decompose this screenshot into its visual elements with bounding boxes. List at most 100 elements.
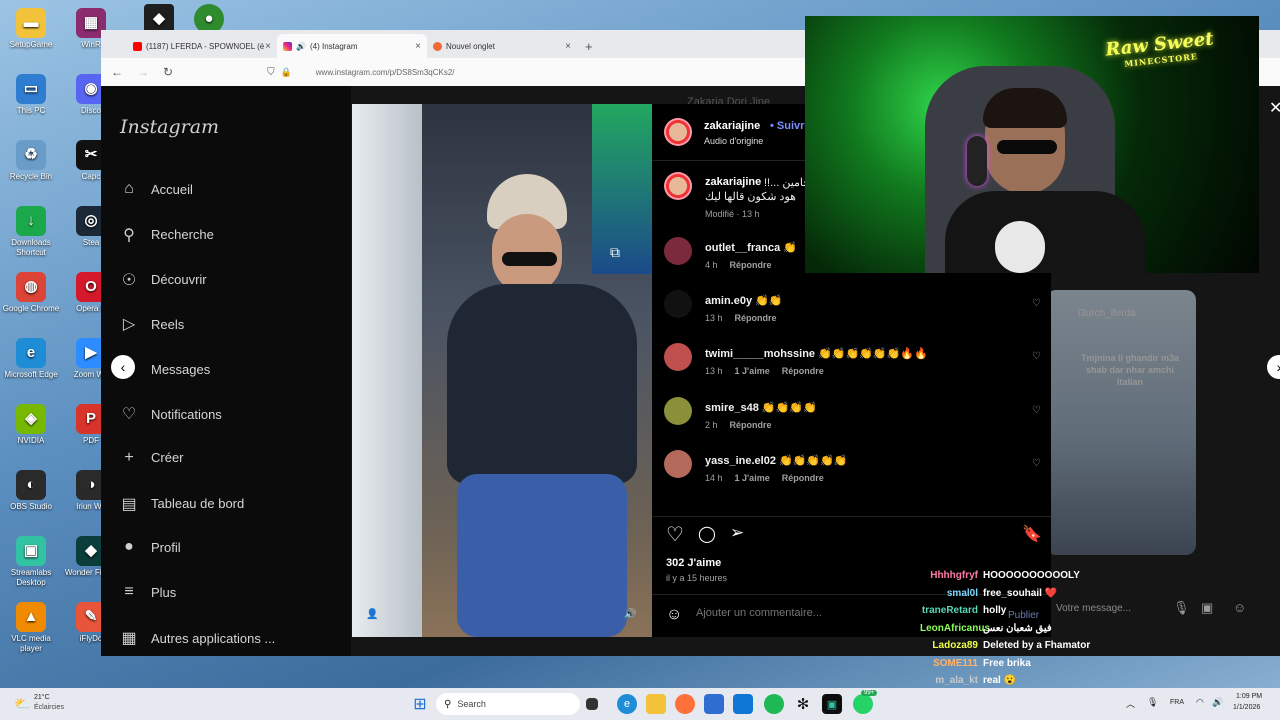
nav-item-d-couvrir[interactable]: ☉ Découvrir xyxy=(119,270,207,290)
nav-item-notifications[interactable]: ♡ Notifications xyxy=(119,404,222,424)
instagram-logo[interactable]: Instagram xyxy=(120,116,219,138)
clock-date[interactable]: 1/1/2026 xyxy=(1233,704,1260,711)
desktop-shortcut[interactable]: ▲ VLC media player xyxy=(0,602,62,654)
nav-item-tableau-de-bord[interactable]: ▤ Tableau de bord xyxy=(119,494,244,514)
comment-like-icon[interactable]: ♡ xyxy=(1032,458,1041,469)
comment-avatar[interactable] xyxy=(664,237,692,265)
close-tab-icon[interactable]: × xyxy=(265,41,271,52)
desktop-shortcut[interactable]: ♻ Recycle Bin xyxy=(0,140,62,182)
desktop-shortcut[interactable]: e Microsoft Edge xyxy=(0,338,62,380)
comment-user[interactable]: yass_ine.el02 xyxy=(705,455,776,467)
start-icon[interactable]: ⊞ xyxy=(410,694,430,714)
streamlabs-icon[interactable]: ▣ xyxy=(822,694,842,714)
reply-button[interactable]: Répondre xyxy=(730,260,772,270)
nav-item-label: Recherche xyxy=(151,227,214,243)
nav-item-autres-applications[interactable]: ▦ Autres applications ... xyxy=(119,628,275,648)
desktop-shortcut[interactable]: ◐ OBS Studio xyxy=(0,470,62,512)
comment-user[interactable]: smire_s48 xyxy=(705,402,759,414)
shield-icon[interactable]: ⛉ xyxy=(267,67,275,78)
post-video[interactable]: ⧉ 👤 🔊 xyxy=(352,104,652,637)
comment-like-icon[interactable]: ♡ xyxy=(1032,351,1041,362)
nav-item-recherche[interactable]: ⚲ Recherche xyxy=(119,225,214,245)
comment-like-icon[interactable]: ♡ xyxy=(1032,405,1041,416)
comment-input[interactable] xyxy=(696,607,916,619)
like-icon[interactable]: ♡ xyxy=(666,522,684,547)
desktop-shortcut[interactable]: ◈ NVIDIA xyxy=(0,404,62,446)
url-field[interactable]: www.instagram.com/p/DS8Sm3qCKs2/ xyxy=(316,68,455,77)
reply-button[interactable]: Répondre xyxy=(782,366,824,376)
story-preview[interactable]: l3urch_lferda Tmjnina li ghandir m3a sha… xyxy=(1046,290,1196,555)
desktop-shortcut[interactable]: ▭ This PC xyxy=(0,74,62,116)
tray-chevron-icon[interactable]: ︿ xyxy=(1126,697,1135,710)
desktop-shortcut[interactable]: ▬ SetupGame xyxy=(0,8,62,50)
taskbar-search[interactable]: ⚲ Search xyxy=(436,693,580,715)
edge-icon[interactable]: e xyxy=(617,694,637,714)
image-icon[interactable]: ▣ xyxy=(1201,600,1213,616)
caption-user[interactable]: zakariajine xyxy=(705,176,761,188)
firefox-icon[interactable] xyxy=(675,694,695,714)
author-avatar[interactable] xyxy=(664,118,692,146)
author-name[interactable]: zakariajine xyxy=(704,120,760,132)
forward-icon[interactable]: → xyxy=(137,65,149,79)
desktop-shortcut[interactable]: ↓ Downloads Shortcut xyxy=(0,206,62,258)
close-tab-icon[interactable]: × xyxy=(565,41,571,52)
audio-label[interactable]: Audio d'origine xyxy=(704,136,763,146)
file-explorer-icon[interactable] xyxy=(646,694,666,714)
reply-button[interactable]: Répondre xyxy=(730,420,772,430)
comment-avatar[interactable] xyxy=(664,343,692,372)
tab-new[interactable]: Nouvel onglet × xyxy=(427,34,577,58)
store-icon[interactable] xyxy=(704,694,724,714)
comment-likes[interactable]: 1 J'aime xyxy=(735,366,770,376)
nav-item-reels[interactable]: ▷ Reels xyxy=(119,314,184,334)
outlook-icon[interactable] xyxy=(733,694,753,714)
picture-in-picture-icon[interactable]: ⧉ xyxy=(610,244,620,261)
comment-user[interactable]: amin.e0y xyxy=(705,295,752,307)
whatsapp-icon[interactable] xyxy=(853,694,873,714)
tab-instagram[interactable]: 🔊 (4) Instagram × xyxy=(277,34,427,58)
weather-icon[interactable]: ⛅ xyxy=(14,696,30,712)
nav-item-accueil[interactable]: ⌂ Accueil xyxy=(119,180,193,198)
like-count[interactable]: 302 J'aime xyxy=(666,557,721,569)
clock-time[interactable]: 1:09 PM xyxy=(1236,693,1262,700)
tab-youtube[interactable]: (1187) LFERDA - SPOWNOEL (é × xyxy=(127,34,277,58)
caption-avatar[interactable] xyxy=(664,172,692,200)
close-modal-icon[interactable]: ✕ xyxy=(1269,98,1280,118)
task-view-icon[interactable] xyxy=(586,698,598,710)
wifi-icon[interactable]: ◠ xyxy=(1196,697,1204,708)
share-icon[interactable]: ➢ xyxy=(730,523,744,543)
nav-item-cr-er[interactable]: + Créer xyxy=(119,449,183,467)
weather-desc[interactable]: Éclaircies xyxy=(34,704,64,711)
chatgpt-icon[interactable]: ✻ xyxy=(793,694,813,714)
new-tab-button[interactable]: + xyxy=(577,39,601,58)
story-user[interactable]: l3urch_lferda xyxy=(1078,308,1136,319)
comment-avatar[interactable] xyxy=(664,449,692,478)
weather-temp[interactable]: 21°C xyxy=(34,694,50,701)
desktop-shortcut[interactable]: ◍ Google Chrome xyxy=(0,272,62,314)
language-indicator[interactable]: FRA xyxy=(1170,699,1184,706)
reload-icon[interactable]: ↻ xyxy=(163,65,173,79)
back-icon[interactable]: ← xyxy=(111,65,123,79)
mic-icon[interactable]: 🎙 xyxy=(1173,600,1190,616)
comment-avatar[interactable] xyxy=(664,396,692,425)
desktop-shortcut[interactable]: ▣ Streamlabs Desktop xyxy=(0,536,62,588)
spotify-icon[interactable] xyxy=(764,694,784,714)
sticker-icon[interactable]: ☺ xyxy=(1233,600,1246,615)
previous-post-button[interactable]: ‹ xyxy=(111,355,135,379)
volume-icon[interactable]: 🔊 xyxy=(624,609,636,620)
comment-user[interactable]: outlet__franca xyxy=(705,242,780,254)
save-icon[interactable]: 🔖 xyxy=(1022,524,1042,544)
comment-user[interactable]: twimi_____mohssine xyxy=(705,348,815,360)
emoji-icon[interactable]: ☺ xyxy=(666,606,682,624)
close-tab-icon[interactable]: × xyxy=(415,41,421,52)
nav-item-profil[interactable]: ● Profil xyxy=(119,538,180,556)
user-tag-icon[interactable]: 👤 xyxy=(366,609,378,620)
comment-likes[interactable]: 1 J'aime xyxy=(735,473,770,483)
comment-icon[interactable]: ◯ xyxy=(698,524,716,544)
comment-like-icon[interactable]: ♡ xyxy=(1032,298,1041,309)
volume-tray-icon[interactable]: 🔊 xyxy=(1212,697,1223,708)
reply-button[interactable]: Répondre xyxy=(782,473,824,483)
nav-item-plus[interactable]: ≡ Plus xyxy=(119,583,176,601)
reply-button[interactable]: Répondre xyxy=(735,313,777,323)
comment-avatar[interactable] xyxy=(664,290,692,319)
mic-tray-icon[interactable]: 🎙 xyxy=(1147,697,1158,708)
